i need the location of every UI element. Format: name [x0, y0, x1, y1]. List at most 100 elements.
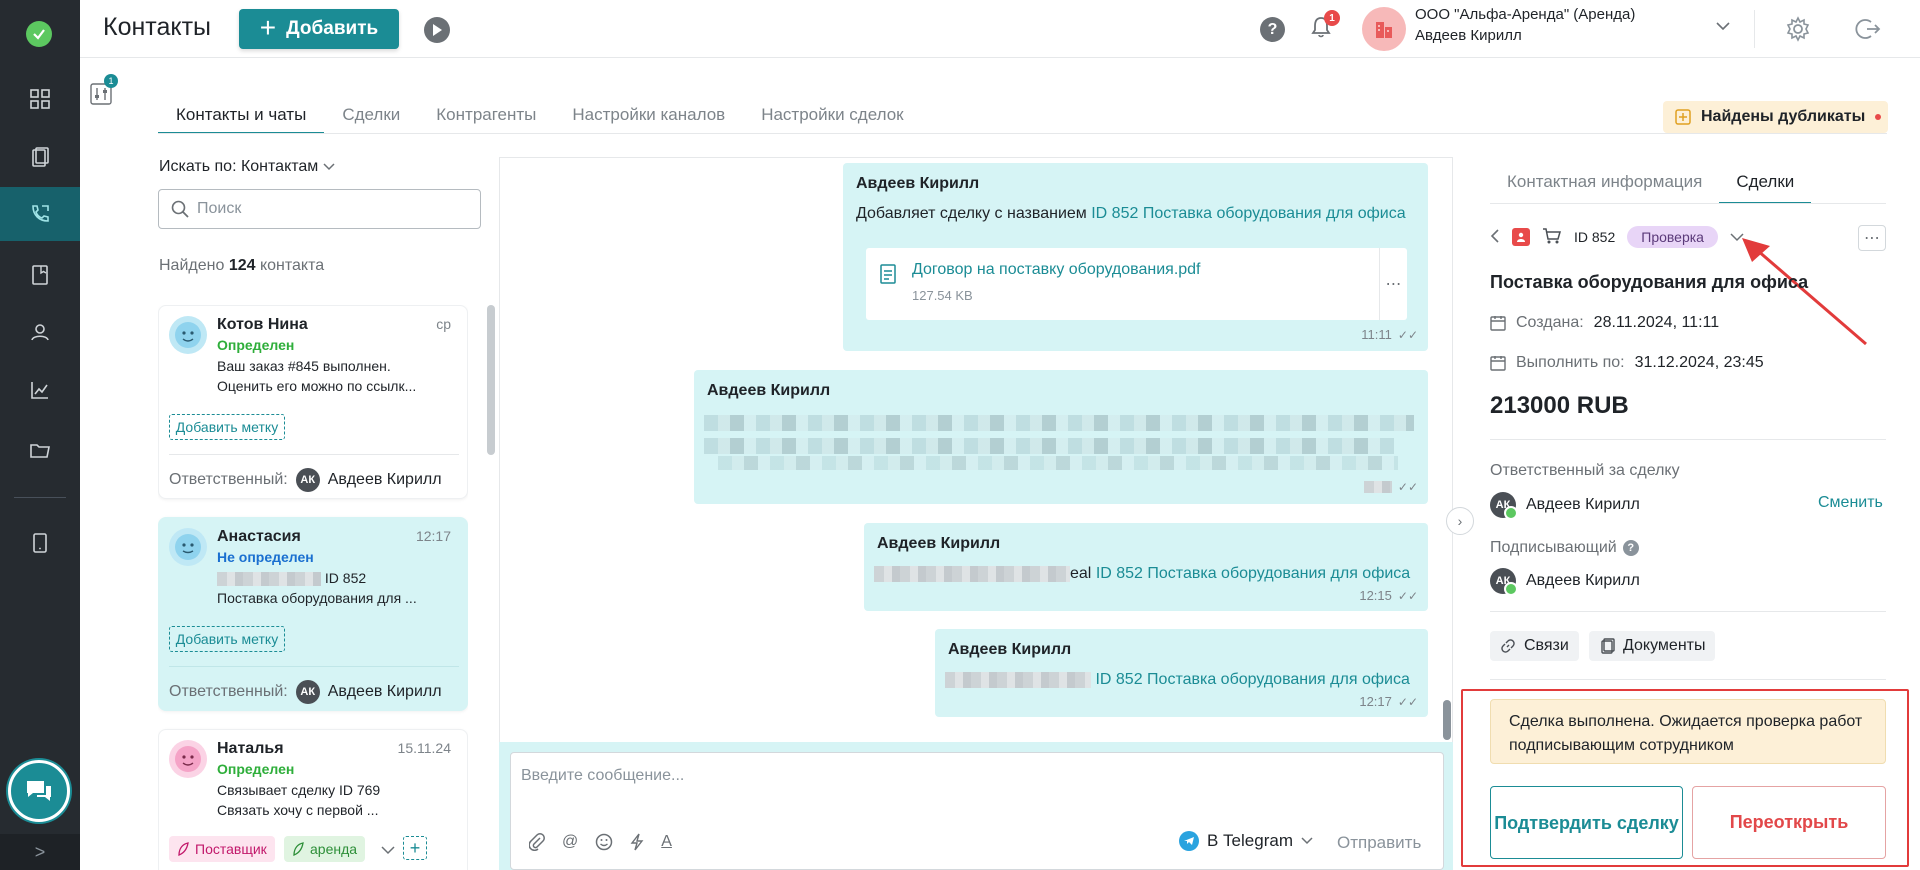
search-by-select[interactable]: Искать по: Контактам: [159, 158, 335, 176]
paperclip-icon[interactable]: [528, 833, 545, 856]
send-button[interactable]: Отправить: [1337, 833, 1421, 853]
clipboard-icon[interactable]: [0, 130, 80, 184]
phone-chat-icon[interactable]: [0, 187, 80, 241]
add-tag-button[interactable]: Добавить метку: [169, 626, 285, 652]
leaf-icon: [293, 842, 304, 856]
channel-select[interactable]: В Telegram: [1179, 831, 1313, 851]
change-responsible-link[interactable]: Сменить: [1818, 494, 1883, 512]
status-badge[interactable]: Проверка: [1627, 226, 1718, 248]
confirm-deal-button[interactable]: Подтвердить сделку: [1490, 786, 1683, 859]
mobile-icon[interactable]: [0, 516, 80, 570]
add-tag-plus-button[interactable]: +: [403, 836, 427, 860]
redacted-text: [217, 572, 321, 587]
chevron-left-icon[interactable]: [1490, 228, 1500, 246]
tab-contact-info[interactable]: Контактная информация: [1490, 170, 1719, 204]
duplicates-button[interactable]: Найдены дубликаты: [1663, 101, 1888, 133]
status-notice: Сделка выполнена. Ожидается проверка раб…: [1490, 699, 1886, 764]
created-row: Создана: 28.11.2024, 11:11: [1490, 314, 1719, 332]
lightning-icon[interactable]: [630, 833, 644, 856]
users-icon[interactable]: [0, 305, 80, 359]
book-icon[interactable]: [0, 248, 80, 302]
left-rail: >: [0, 0, 80, 870]
contacts-scrollbar[interactable]: [487, 305, 495, 455]
tab-deals-details[interactable]: Сделки: [1719, 170, 1812, 204]
reopen-deal-button[interactable]: Переоткрыть: [1692, 786, 1886, 859]
documents-label: Документы: [1623, 637, 1706, 654]
message-input[interactable]: [521, 767, 1401, 797]
tag-supplier[interactable]: Поставщик: [169, 836, 275, 862]
plus-icon: +: [259, 12, 277, 43]
message-line: Связывает сделку ID 769: [217, 782, 381, 798]
emoji-icon[interactable]: [595, 833, 613, 856]
add-button[interactable]: + Добавить: [239, 9, 399, 49]
double-check-icon: ✓✓: [1397, 694, 1418, 709]
top-bar: Контакты + Добавить: [80, 0, 1920, 58]
alert-dot: [1875, 114, 1882, 120]
more-icon[interactable]: ⋯: [1379, 248, 1407, 320]
chevron-down-icon[interactable]: [1716, 18, 1730, 34]
search-input[interactable]: [197, 200, 457, 218]
deal-link[interactable]: ID 852 Поставка оборудования для офиса: [1091, 205, 1405, 222]
contact-status: Не определен: [217, 549, 314, 565]
logout-icon[interactable]: [1855, 16, 1881, 47]
deal-amount: 213000 RUB: [1490, 392, 1629, 419]
links-button[interactable]: Связи: [1490, 631, 1579, 661]
contact-card[interactable]: Наталья 15.11.24 Определен Связывает сде…: [158, 729, 468, 870]
help-icon[interactable]: ?: [1260, 17, 1285, 42]
mention-icon[interactable]: @: [562, 833, 578, 856]
contact-last-message: ID 852 Поставка оборудования для ...: [217, 568, 457, 608]
tab-deals[interactable]: Сделки: [324, 100, 418, 134]
tab-counterparties[interactable]: Контрагенты: [418, 100, 554, 134]
due-label: Выполнить по:: [1516, 354, 1625, 371]
redacted-text: [704, 438, 1394, 454]
help-icon[interactable]: ?: [1622, 540, 1639, 556]
chevron-right-icon[interactable]: ›: [1446, 507, 1474, 535]
file-name[interactable]: Договор на поставку оборудования.pdf: [912, 261, 1201, 279]
page-title: Контакты: [103, 13, 211, 41]
avatar: [169, 740, 207, 778]
analytics-icon[interactable]: [0, 363, 80, 417]
avatar: [169, 316, 207, 354]
chat-scrollbar[interactable]: [1443, 700, 1451, 740]
deal-link[interactable]: ID 852 Поставка оборудования для офиса: [1095, 671, 1409, 688]
tab-deal-settings[interactable]: Настройки сделок: [743, 100, 921, 134]
divider: [1490, 439, 1886, 440]
contact-card[interactable]: Котов Нина ср Определен Ваш заказ #845 в…: [158, 305, 468, 499]
message-line: Ваш заказ #845 выполнен.: [217, 358, 391, 374]
chat-message: Авдеев Кирилл ID 852 Поставка оборудован…: [935, 629, 1428, 717]
org-avatar[interactable]: [1362, 7, 1406, 51]
deal-link[interactable]: ID 852 Поставка оборудования для офиса: [1096, 565, 1410, 582]
responsible-name: Авдеев Кирилл: [327, 471, 442, 488]
calendar-icon: [1490, 356, 1506, 371]
avatar: АК: [1490, 492, 1518, 520]
tab-contacts-chats[interactable]: Контакты и чаты: [158, 100, 325, 134]
rail-divider: [14, 497, 66, 498]
tab-channel-settings[interactable]: Настройки каналов: [554, 100, 743, 134]
search-field[interactable]: [158, 189, 481, 229]
tag-rent[interactable]: аренда: [284, 836, 366, 862]
message-text: Добавляет сделку с названием ID 852 Пост…: [856, 205, 1406, 223]
contact-time: ср: [436, 316, 451, 332]
dashboard-icon[interactable]: [0, 72, 80, 126]
chat-message: Авдеев Кирилл Добавляет сделку с названи…: [843, 163, 1428, 351]
file-attachment[interactable]: Договор на поставку оборудования.pdf 127…: [866, 248, 1407, 320]
gear-icon[interactable]: [1785, 16, 1811, 47]
divider: [169, 666, 459, 667]
message-line: Оценить его можно по ссылк...: [217, 378, 417, 394]
add-tag-button[interactable]: Добавить метку: [169, 414, 285, 440]
play-icon[interactable]: [424, 17, 450, 43]
text-format-icon[interactable]: A: [661, 833, 672, 856]
documents-button[interactable]: Документы: [1589, 631, 1716, 661]
chat-support-button[interactable]: [8, 760, 70, 822]
contact-card-selected[interactable]: Анастасия 12:17 Не определен ID 852 Пост…: [158, 517, 468, 711]
logo-check-icon[interactable]: [26, 21, 52, 47]
folder-icon[interactable]: [0, 423, 80, 477]
avatar: АК: [295, 680, 320, 704]
user-name[interactable]: Авдеев Кирилл: [1415, 27, 1522, 44]
collapse-rail-button[interactable]: >: [0, 834, 80, 870]
filter-badge: 1: [104, 74, 118, 88]
avatar: АК: [295, 468, 320, 492]
chevron-down-icon[interactable]: [381, 842, 395, 860]
signer-label-row: Подписывающий ?: [1490, 539, 1639, 557]
org-name[interactable]: ООО "Альфа-Аренда" (Аренда): [1415, 6, 1635, 23]
